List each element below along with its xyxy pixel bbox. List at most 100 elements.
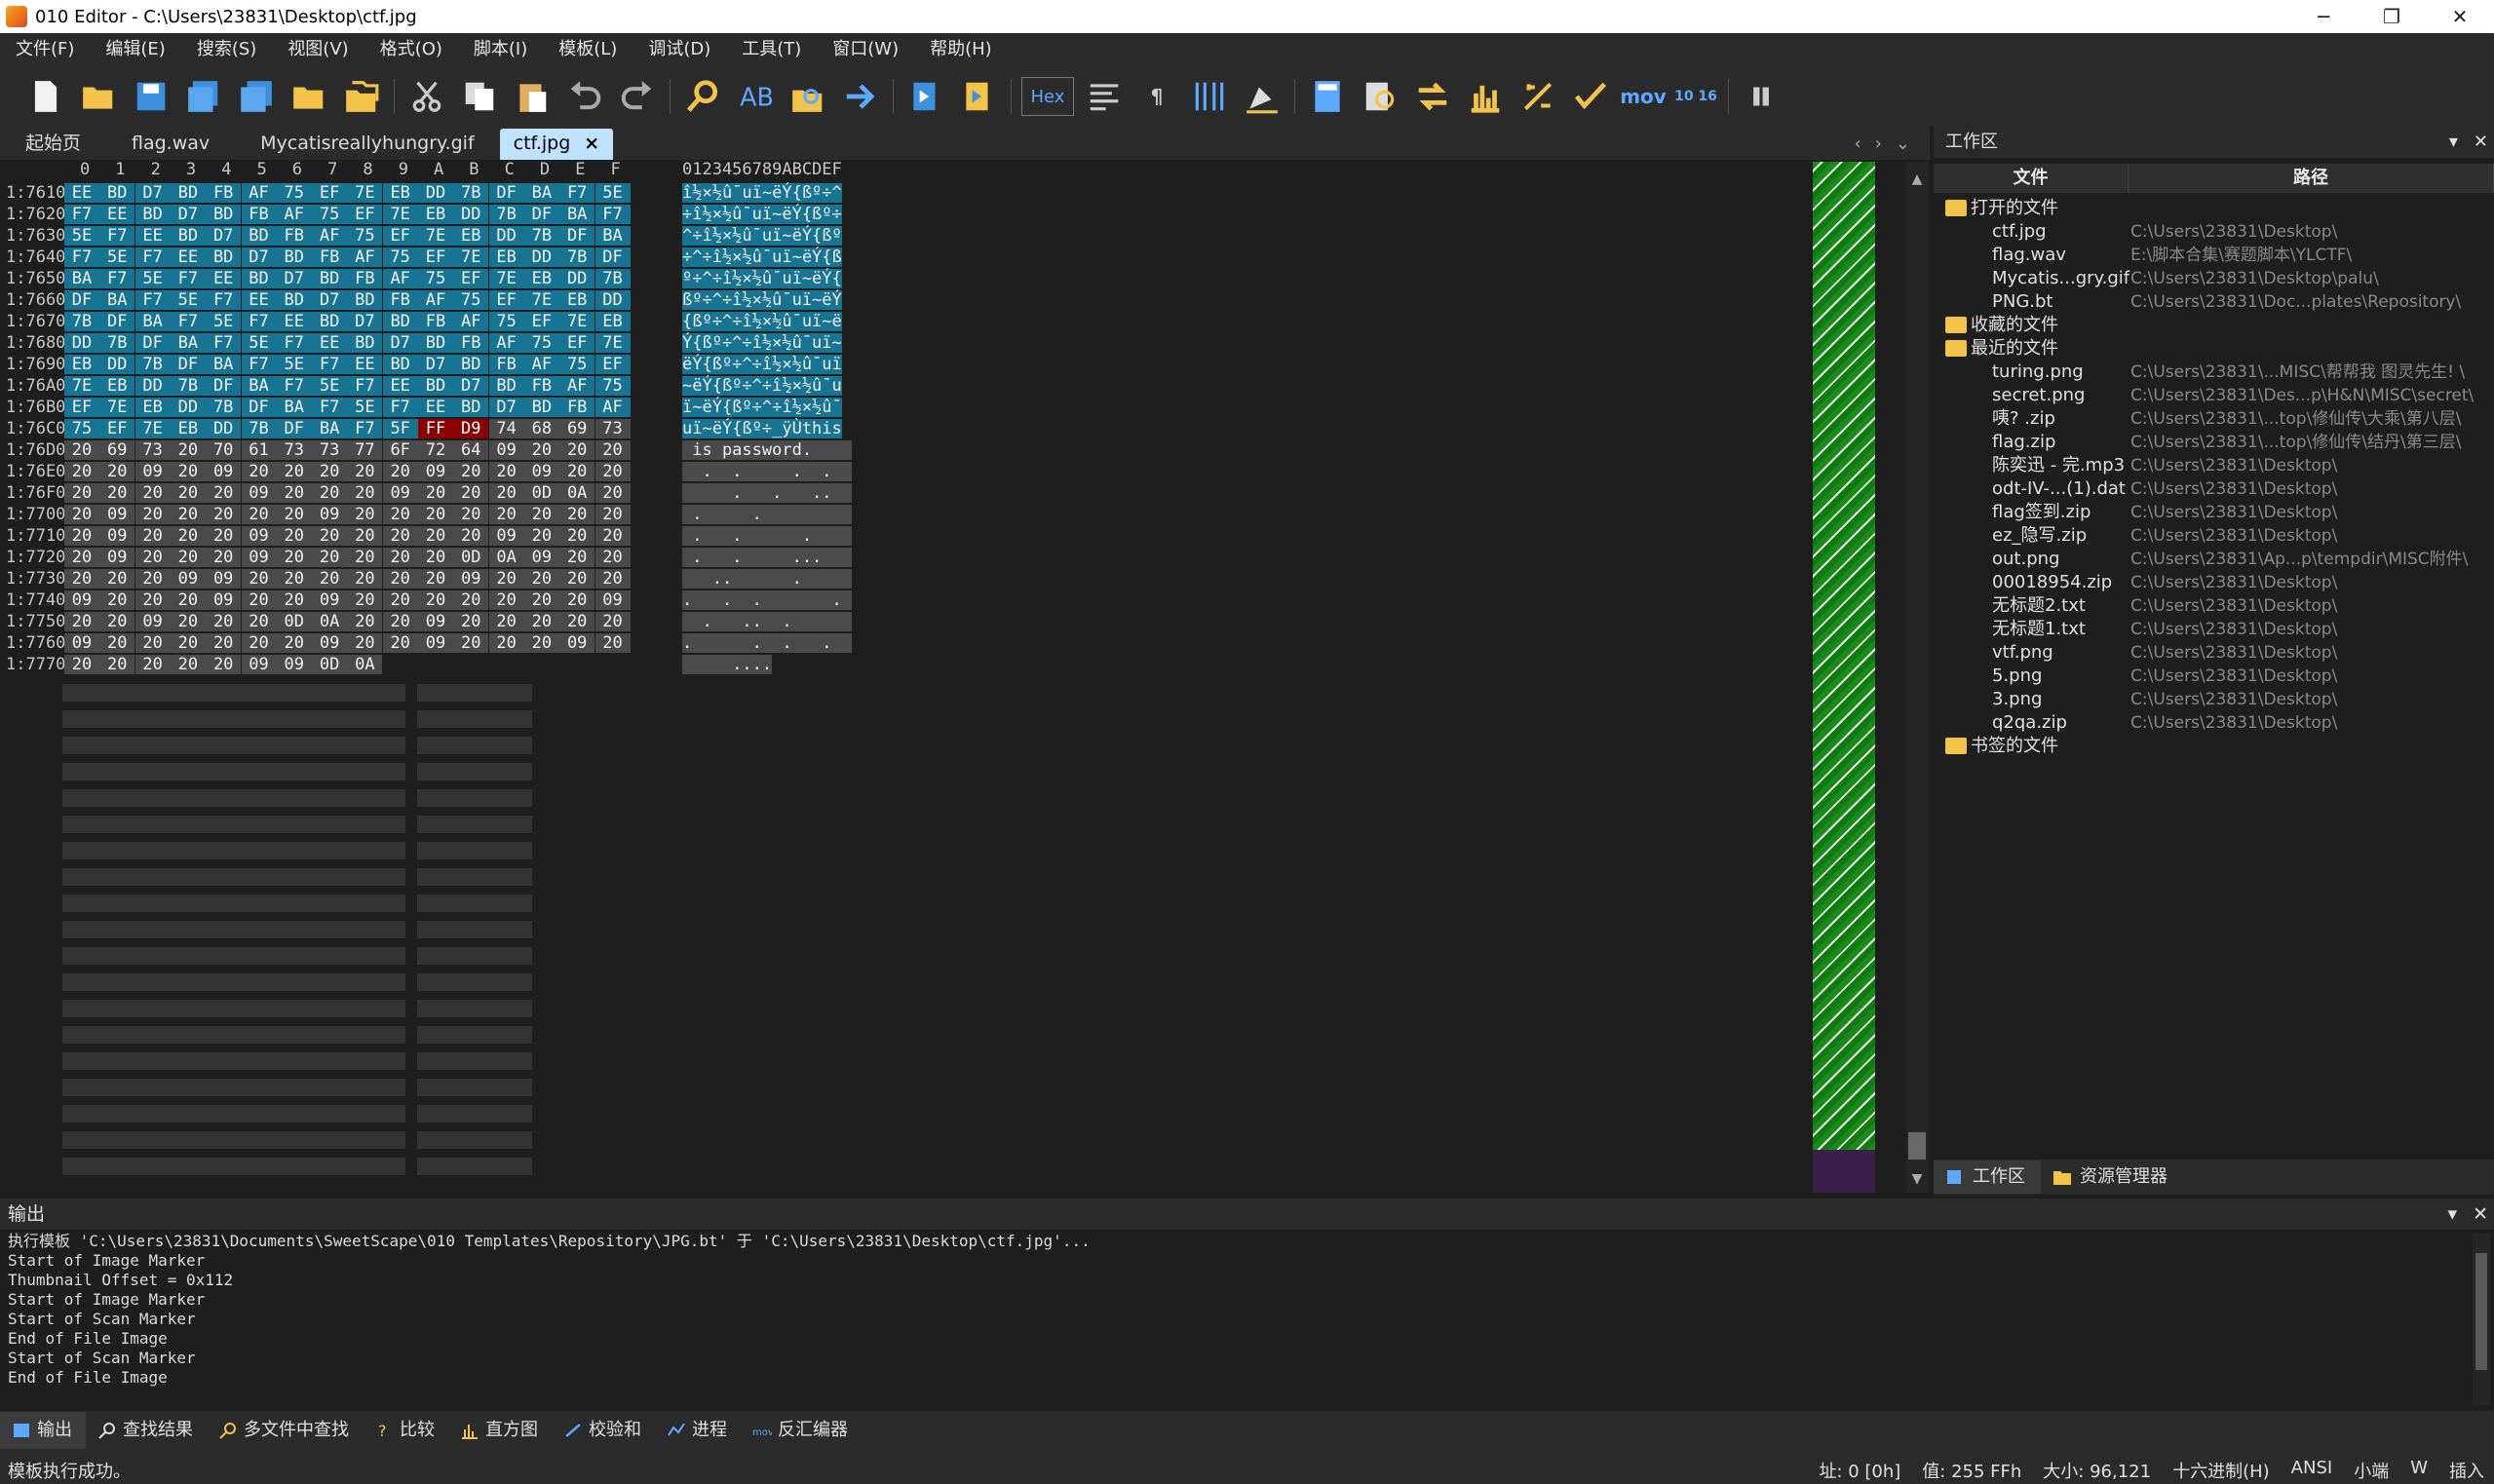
hex-byte[interactable]: 7B bbox=[64, 312, 99, 331]
hex-byte[interactable]: 20 bbox=[134, 505, 171, 524]
hex-byte[interactable]: 75 bbox=[276, 183, 312, 203]
hex-byte[interactable]: BD bbox=[523, 398, 559, 417]
hex-byte[interactable]: 20 bbox=[99, 569, 135, 589]
hex-byte[interactable]: AF bbox=[418, 290, 453, 310]
hex-byte[interactable]: 5E bbox=[134, 269, 171, 288]
hex-row[interactable]: 1:7680h: DD 7B DF BA F7 5E F7 EE BD D7 BD FB AF 75 EF 7E… bbox=[0, 333, 877, 355]
hex-row[interactable]: 1:7770h: 20 20 20 20 20 09 09 0D 0A .... bbox=[0, 655, 877, 676]
hex-byte[interactable]: 20 bbox=[64, 462, 99, 481]
hex-byte[interactable]: 75 bbox=[523, 333, 559, 353]
hex-byte[interactable]: 72 bbox=[418, 440, 453, 460]
menu-format[interactable]: 格式(O) bbox=[365, 33, 458, 66]
hex-byte[interactable]: 7E bbox=[453, 247, 489, 267]
hex-byte[interactable]: 09 bbox=[418, 612, 453, 631]
scroll-down-icon[interactable]: ▼ bbox=[1906, 1171, 1928, 1187]
panel-menu-icon[interactable]: ▾ bbox=[2449, 127, 2458, 158]
hex-byte[interactable]: 20 bbox=[170, 483, 206, 503]
hex-row[interactable]: 1:7740h: 09 20 20 20 09 20 20 09 20 20 20 20 20 20 20 09… bbox=[0, 590, 877, 612]
hex-byte[interactable]: F7 bbox=[312, 398, 348, 417]
menu-tools[interactable]: 工具(T) bbox=[726, 33, 817, 66]
hex-byte[interactable]: FB bbox=[382, 290, 418, 310]
tab-list-icon[interactable]: ⌄ bbox=[1896, 133, 1910, 154]
hex-byte[interactable]: 20 bbox=[206, 505, 242, 524]
tab-mycat-gif[interactable]: Mycatisreallyhungry.gif bbox=[235, 129, 499, 160]
status-write[interactable]: W bbox=[2410, 1458, 2428, 1483]
hex-byte[interactable]: 20 bbox=[347, 548, 383, 567]
scroll-up-icon[interactable]: ▲ bbox=[1906, 171, 1928, 187]
menu-help[interactable]: 帮助(H) bbox=[914, 33, 1008, 66]
hex-byte[interactable]: F7 bbox=[276, 333, 312, 353]
show-whitespace-icon[interactable]: ¶ bbox=[1131, 70, 1183, 123]
output-scrollbar[interactable] bbox=[2473, 1234, 2490, 1405]
hex-byte[interactable]: 09 bbox=[312, 590, 348, 610]
hex-row[interactable]: 1:76B0h: EF 7E EB DD 7B DF BA F7 5E F7 EE BD D7 BD FB AF… bbox=[0, 398, 877, 419]
hex-byte[interactable]: 20 bbox=[276, 633, 312, 653]
hex-byte[interactable]: 20 bbox=[241, 505, 277, 524]
hex-byte[interactable]: 20 bbox=[134, 483, 171, 503]
cut-icon[interactable] bbox=[401, 70, 453, 123]
hex-byte[interactable]: 20 bbox=[418, 548, 453, 567]
workspace-file-item[interactable]: 5.png C:\Users\23831\Desktop\ bbox=[1934, 665, 2494, 688]
hex-byte[interactable]: EF bbox=[99, 419, 135, 438]
hex-byte[interactable]: 20 bbox=[276, 569, 312, 589]
hex-byte[interactable]: EF bbox=[418, 247, 453, 267]
hex-byte[interactable]: 5E bbox=[347, 398, 383, 417]
hex-byte[interactable]: F7 bbox=[170, 269, 206, 288]
hex-byte[interactable]: 20 bbox=[559, 590, 595, 610]
hex-byte[interactable]: 20 bbox=[64, 526, 99, 546]
hex-byte[interactable]: 20 bbox=[523, 590, 559, 610]
hex-byte[interactable]: BD bbox=[418, 376, 453, 396]
column-file[interactable]: 文件 bbox=[1934, 164, 2129, 193]
hex-byte[interactable]: F7 bbox=[170, 312, 206, 331]
ascii-text[interactable]: .. . bbox=[682, 569, 852, 589]
hex-byte[interactable]: 75 bbox=[312, 205, 348, 224]
hex-byte[interactable]: FB bbox=[418, 312, 453, 331]
hex-byte[interactable]: D7 bbox=[170, 205, 206, 224]
hex-byte[interactable]: 5E bbox=[241, 333, 277, 353]
hex-byte[interactable]: D7 bbox=[453, 376, 489, 396]
compare-icon[interactable] bbox=[1406, 70, 1459, 123]
hex-byte[interactable]: F7 bbox=[206, 290, 242, 310]
hex-byte[interactable]: D7 bbox=[241, 247, 277, 267]
checksum-icon[interactable] bbox=[1512, 70, 1564, 123]
workspace-file-item[interactable]: PNG.bt C:\Users\23831\Doc...plates\Reposi… bbox=[1934, 290, 2494, 314]
hex-byte[interactable]: 20 bbox=[99, 612, 135, 631]
tab-prev-icon[interactable]: ‹ bbox=[1855, 133, 1861, 154]
hex-byte[interactable]: 20 bbox=[64, 569, 99, 589]
hex-byte[interactable]: D7 bbox=[488, 398, 524, 417]
tab-ctf-jpg[interactable]: ctf.jpg × bbox=[499, 129, 614, 160]
hex-byte[interactable]: 20 bbox=[382, 462, 418, 481]
hex-byte[interactable]: 20 bbox=[170, 526, 206, 546]
hex-byte[interactable]: 69 bbox=[559, 419, 595, 438]
hex-byte[interactable]: 20 bbox=[347, 462, 383, 481]
hex-byte[interactable]: BD bbox=[453, 355, 489, 374]
hex-byte[interactable]: 61 bbox=[241, 440, 277, 460]
hex-byte[interactable]: 20 bbox=[134, 633, 171, 653]
hex-byte[interactable]: 20 bbox=[276, 483, 312, 503]
hex-byte[interactable]: 20 bbox=[312, 526, 348, 546]
hex-byte[interactable]: D7 bbox=[134, 183, 171, 203]
hex-byte[interactable]: BA bbox=[206, 355, 242, 374]
ascii-text[interactable]: ÷^÷î½×½û¯uï~ëÝ{ß bbox=[682, 247, 842, 267]
hex-byte[interactable]: EE bbox=[382, 376, 418, 396]
ascii-text[interactable]: . . bbox=[682, 505, 852, 524]
hex-byte[interactable]: 74 bbox=[488, 419, 524, 438]
hex-byte[interactable]: 20 bbox=[488, 569, 524, 589]
hex-byte[interactable]: 20 bbox=[523, 526, 559, 546]
hex-byte[interactable]: F7 bbox=[241, 312, 277, 331]
hex-byte[interactable]: 20 bbox=[99, 655, 135, 674]
hex-byte[interactable]: 7E bbox=[523, 290, 559, 310]
workspace-file-item[interactable]: ctf.jpg C:\Users\23831\Desktop\ bbox=[1934, 220, 2494, 244]
hex-row[interactable]: 1:7610h: EE BD D7 BD FB AF 75 EF 7E EB DD 7B DF BA F7 5E… bbox=[0, 183, 877, 205]
hex-byte[interactable]: 20 bbox=[312, 483, 348, 503]
status-insert[interactable]: 插入 bbox=[2449, 1458, 2484, 1483]
hex-byte[interactable]: DD bbox=[418, 183, 453, 203]
ascii-text[interactable]: º÷^÷î½×½û¯uï~ëÝ{ bbox=[682, 269, 842, 288]
hex-byte[interactable]: BD bbox=[134, 205, 171, 224]
hex-byte[interactable]: 20 bbox=[99, 462, 135, 481]
hex-byte[interactable]: 0D bbox=[276, 612, 312, 631]
hex-byte[interactable]: 20 bbox=[276, 462, 312, 481]
hex-byte[interactable]: 20 bbox=[488, 483, 524, 503]
hex-byte[interactable]: 09 bbox=[312, 633, 348, 653]
ascii-text[interactable]: ~ëÝ{ßº÷^÷î½×½û¯u bbox=[682, 376, 842, 396]
